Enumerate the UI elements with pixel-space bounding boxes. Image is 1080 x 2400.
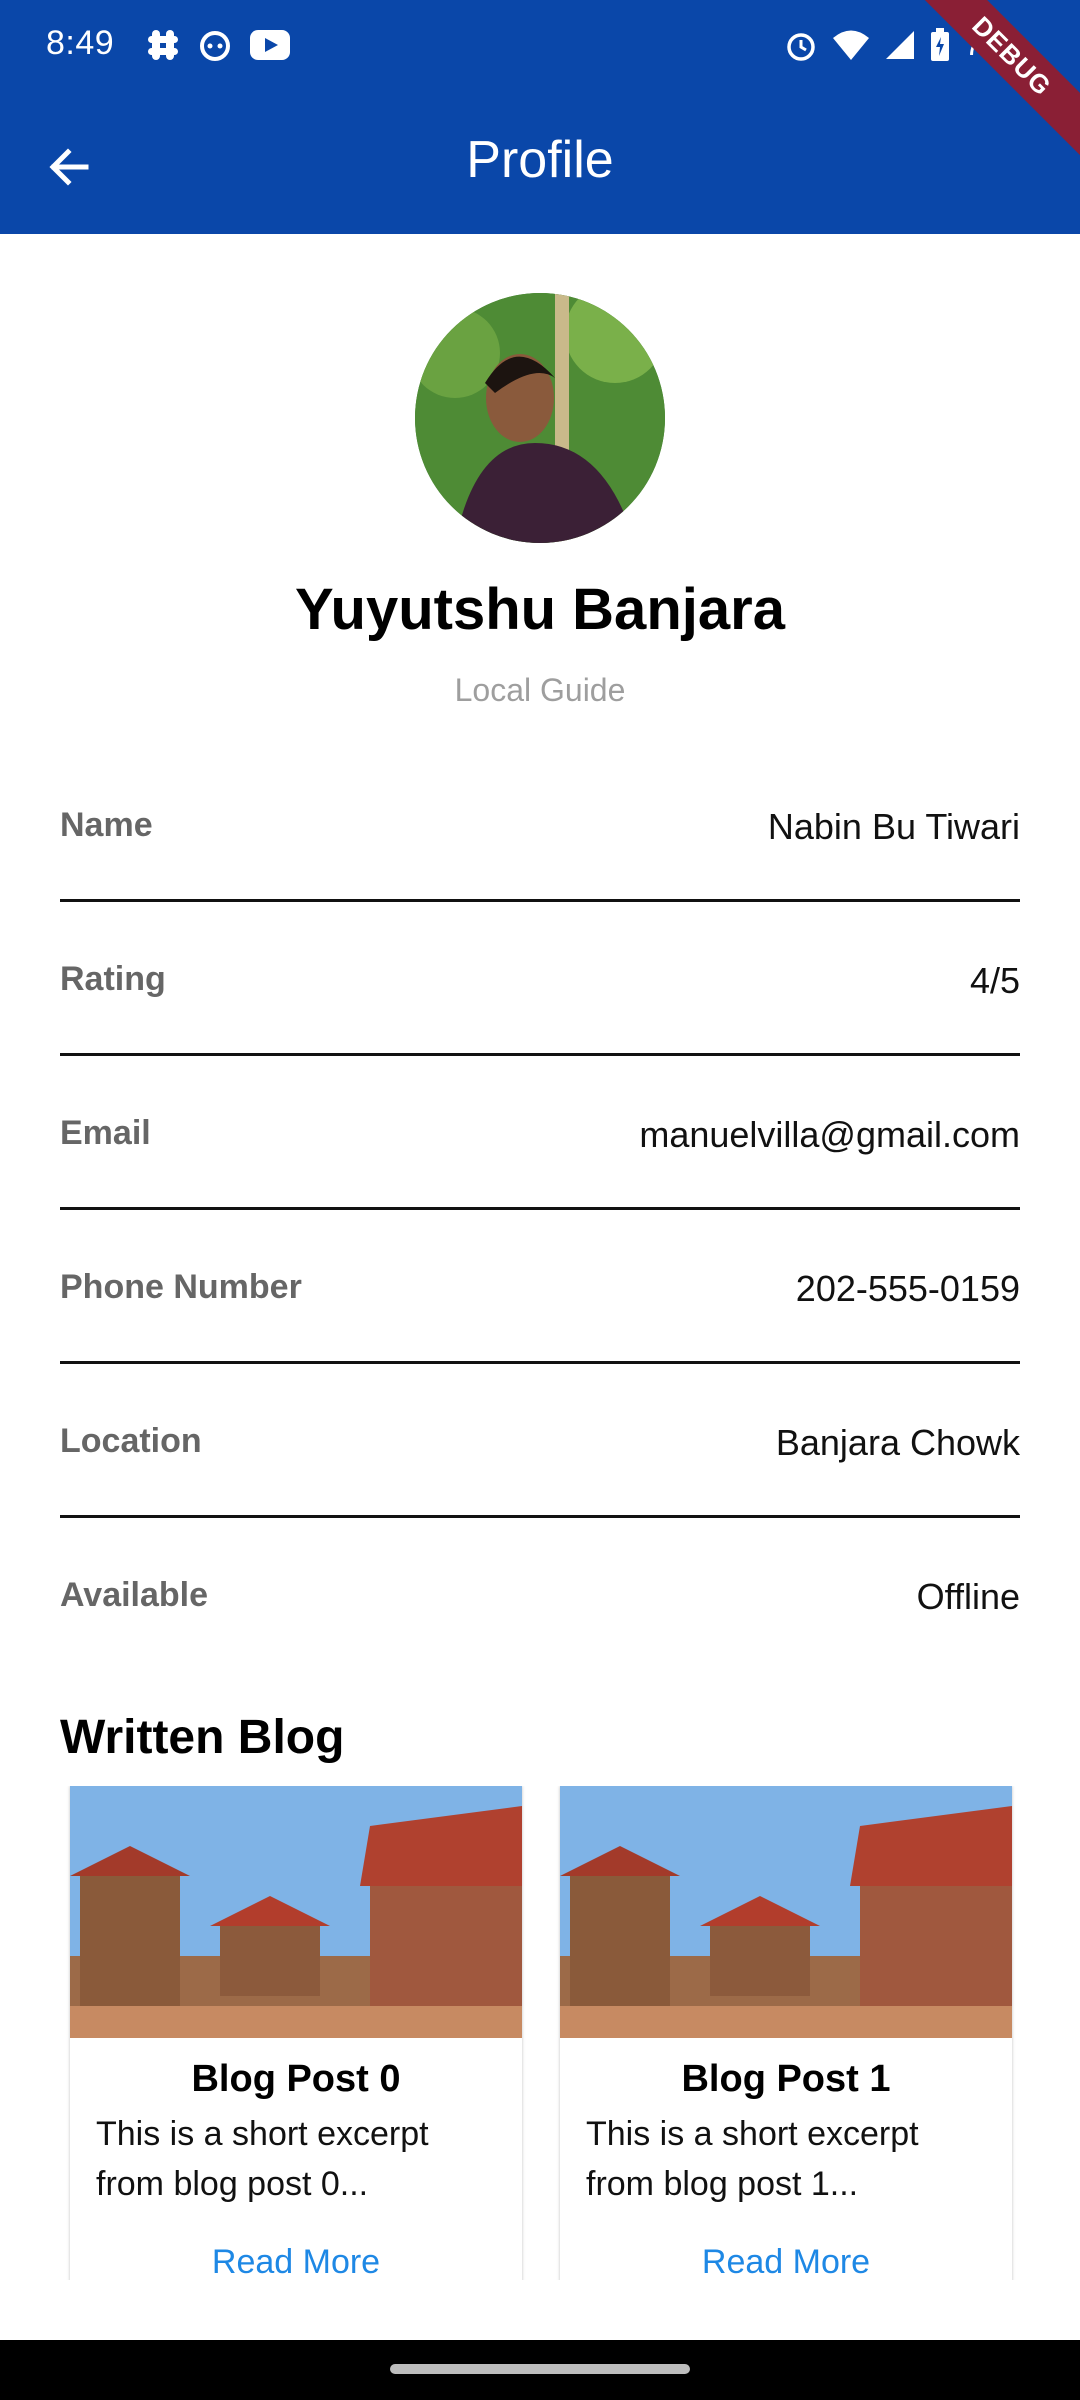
battery-icon xyxy=(931,27,950,61)
blog-card-title: Blog Post 1 xyxy=(681,2058,891,2100)
info-label: Phone Number xyxy=(60,1268,302,1306)
info-label: Location xyxy=(60,1422,202,1460)
info-row-rating: Rating 4/5 xyxy=(60,902,1020,1056)
app-bar: Profile xyxy=(0,94,1080,234)
info-value: manuelvilla@gmail.com xyxy=(639,1114,1020,1155)
info-label: Email xyxy=(60,1114,151,1152)
avatar xyxy=(415,293,665,543)
info-label: Rating xyxy=(60,960,166,998)
info-label: Available xyxy=(60,1576,209,1614)
info-value: Nabin Bu Tiwari xyxy=(767,806,1020,847)
avatar-photo xyxy=(415,293,665,543)
blog-card-excerpt: This is a short excerpt from blog post 1… xyxy=(586,2115,919,2203)
profile-role: Local Guide xyxy=(454,672,626,708)
blog-card[interactable]: Blog Post 0 This is a short excerpt from… xyxy=(70,1786,522,2280)
info-row-name: Name Nabin Bu Tiwari xyxy=(60,748,1020,902)
info-label: Name xyxy=(60,806,153,844)
wifi-icon xyxy=(833,30,870,60)
info-value: Offline xyxy=(916,1576,1020,1617)
read-more-link[interactable]: Read More xyxy=(70,2243,522,2280)
slack-icon xyxy=(148,30,178,60)
alarm-icon xyxy=(787,32,816,61)
youtube-icon xyxy=(250,30,290,60)
notification-icons xyxy=(146,28,290,62)
info-row-phone: Phone Number 202-555-0159 xyxy=(60,1210,1020,1364)
blog-card[interactable]: Blog Post 1 This is a short excerpt from… xyxy=(560,1786,1012,2280)
reddit-icon xyxy=(200,31,230,61)
blog-image xyxy=(70,1786,522,2038)
info-row-location: Location Banjara Chowk xyxy=(60,1364,1020,1518)
home-gesture-handle[interactable] xyxy=(390,2364,690,2374)
info-row-email: Email manuelvilla@gmail.com xyxy=(60,1056,1020,1210)
info-value: Banjara Chowk xyxy=(775,1422,1020,1463)
info-value: 202-555-0159 xyxy=(795,1268,1020,1309)
read-more-link[interactable]: Read More xyxy=(560,2243,1012,2280)
profile-info-list: Name Nabin Bu Tiwari Rating 4/5 Email ma… xyxy=(60,748,1020,1672)
page-title: Profile xyxy=(466,131,614,189)
system-navigation-bar xyxy=(0,2340,1080,2400)
info-row-available: Available Offline xyxy=(60,1518,1020,1672)
top-bar: 8:49 DEBUG Profile xyxy=(0,0,1080,234)
blog-carousel[interactable]: Blog Post 0 This is a short excerpt from… xyxy=(60,1786,1020,2280)
status-bar: 8:49 xyxy=(0,0,1080,94)
blog-image xyxy=(560,1786,1012,2038)
signal-icon xyxy=(886,30,915,59)
status-time: 8:49 xyxy=(46,24,115,62)
blog-card-title: Blog Post 0 xyxy=(191,2058,401,2100)
blog-card-excerpt: This is a short excerpt from blog post 0… xyxy=(96,2115,429,2203)
profile-name: Yuyutshu Banjara xyxy=(295,577,785,642)
blog-section-title: Written Blog xyxy=(60,1711,345,1764)
info-value: 4/5 xyxy=(969,960,1020,1001)
